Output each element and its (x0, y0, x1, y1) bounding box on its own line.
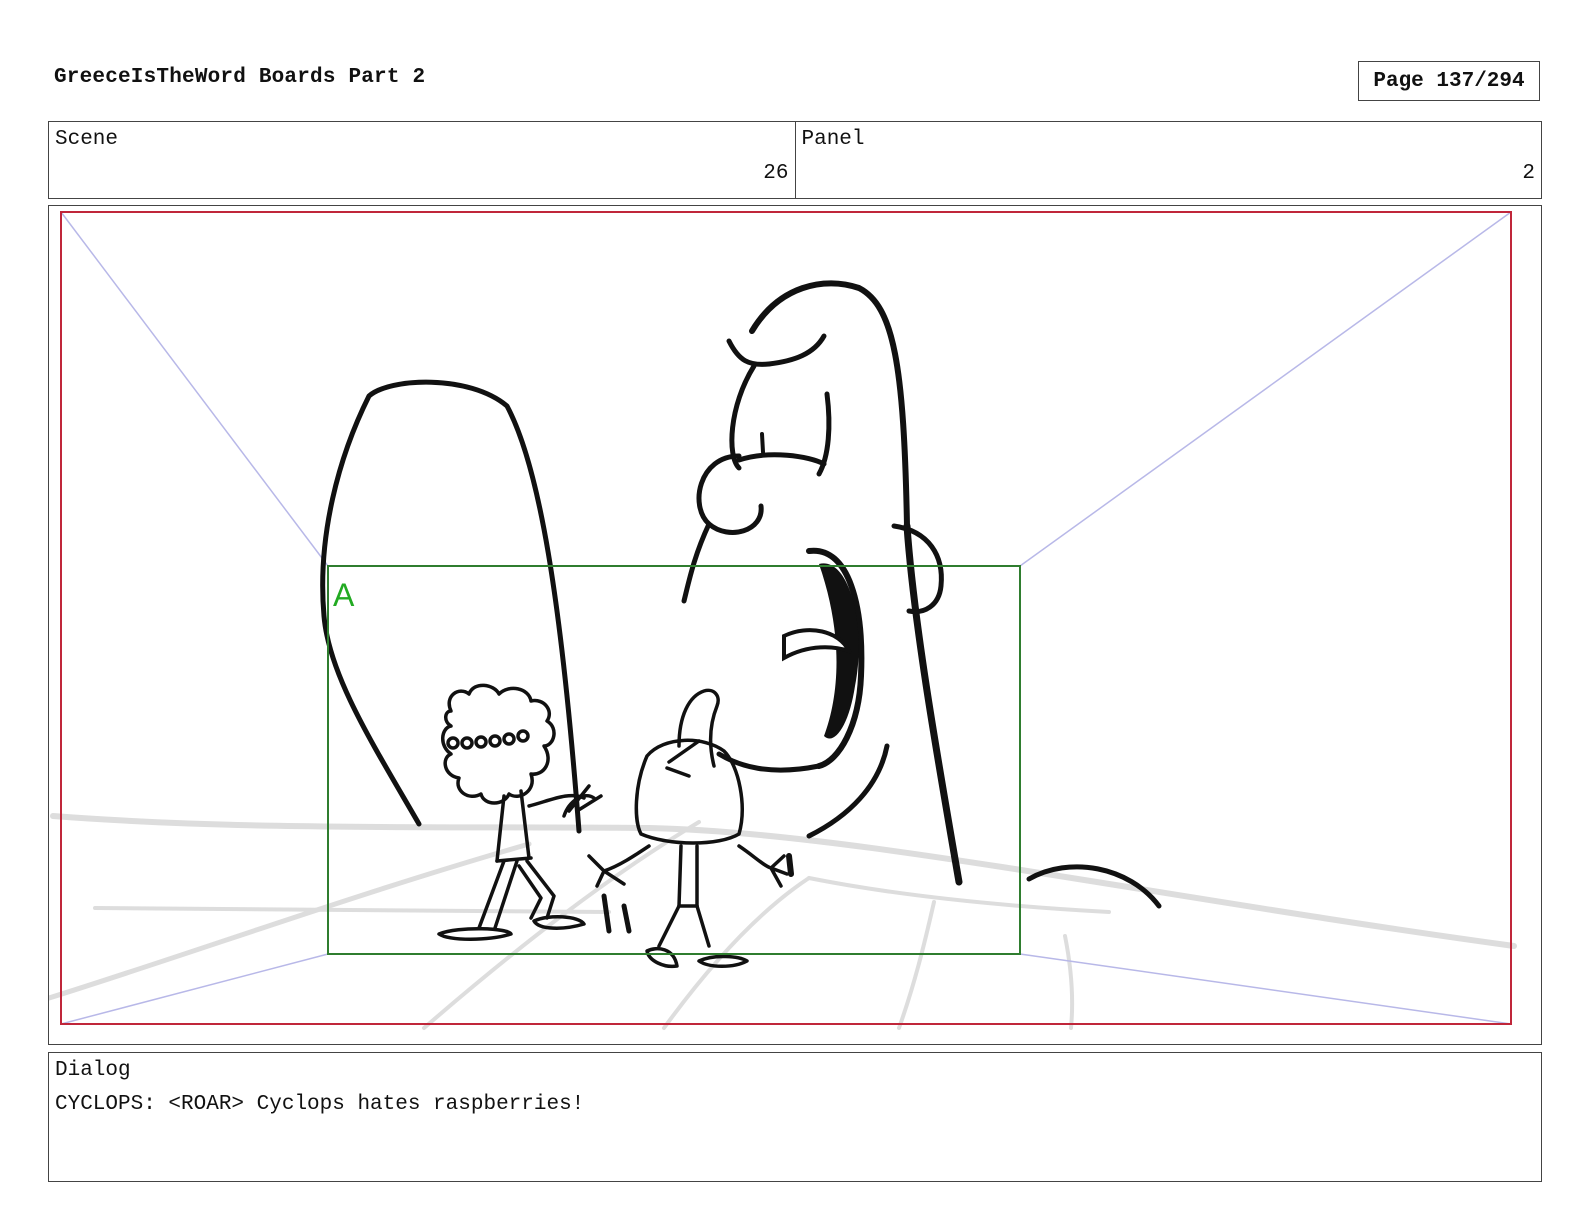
scene-panel-info: Scene 26 Panel 2 (48, 121, 1542, 199)
dialog-label: Dialog (55, 1059, 131, 1082)
document-title: GreeceIsTheWord Boards Part 2 (54, 66, 426, 89)
floor-sketch-lines (49, 813, 1517, 1030)
cyclops-character (681, 280, 1162, 909)
page-counter-label: Page 137/294 (1373, 69, 1525, 93)
camera-frame-marker: A (333, 577, 355, 613)
storyboard-panel: A (48, 205, 1542, 1045)
dialog-box: Dialog CYCLOPS: <ROAR> Cyclops hates ras… (48, 1052, 1542, 1182)
curly-hair-character (437, 683, 603, 941)
scene-number: 26 (763, 162, 789, 185)
rock-column (320, 379, 582, 834)
storyboard-drawing: A (49, 211, 1517, 1030)
scene-label: Scene (55, 128, 119, 151)
safe-frame (60, 211, 1512, 1025)
scene-cell: Scene 26 (49, 122, 795, 198)
panel-number: 2 (1522, 162, 1535, 185)
dialog-text: CYCLOPS: <ROAR> Cyclops hates raspberrie… (55, 1093, 585, 1116)
perspective-guides (60, 211, 1512, 1025)
panel-label: Panel (801, 128, 865, 151)
page-counter: Page 137/294 (1358, 61, 1540, 101)
panel-cell: Panel 2 (794, 122, 1542, 198)
